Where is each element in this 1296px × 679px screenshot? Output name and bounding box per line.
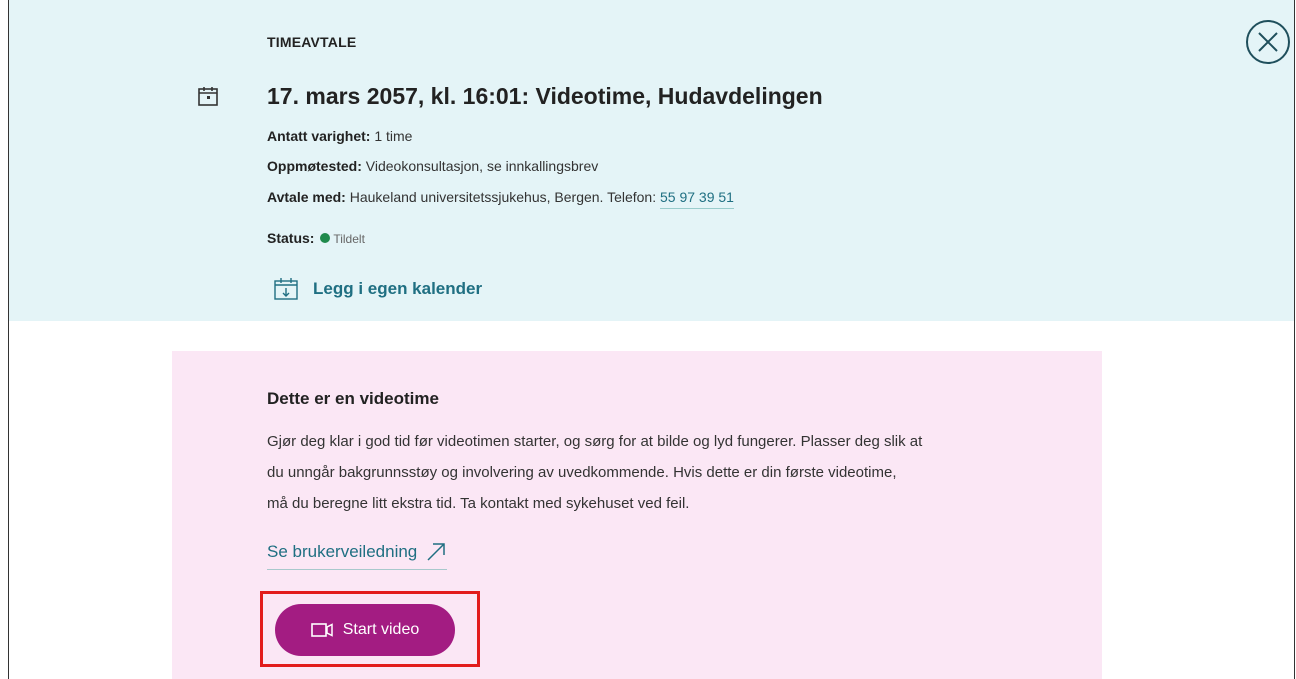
status-row: Status: Tildelt: [267, 230, 365, 246]
duration-row: Antatt varighet: 1 time: [267, 128, 412, 144]
with-label: Avtale med:: [267, 189, 346, 205]
video-info-card: Dette er en videotime Gjør deg klar i go…: [172, 351, 1102, 679]
video-card-body: Gjør deg klar i god tid før videotimen s…: [267, 426, 1047, 519]
section-eyebrow: TIMEAVTALE: [267, 34, 357, 50]
duration-value: 1 time: [374, 128, 413, 144]
user-guide-link[interactable]: Se brukerveiledning: [267, 541, 448, 570]
page-frame: TIMEAVTALE 17. mars 2057, kl. 16:01: Vid…: [8, 0, 1295, 679]
appointment-title: 17. mars 2057, kl. 16:01: Videotime, Hud…: [267, 83, 823, 109]
add-to-calendar-label: Legg i egen kalender: [313, 279, 483, 298]
video-card-body-line3: må du beregne litt ekstra tid. Ta kontak…: [267, 495, 690, 512]
location-value: Videokonsultasjon, se innkallingsbrev: [365, 158, 599, 174]
video-camera-icon: [310, 623, 333, 637]
calendar-download-icon: [274, 278, 298, 300]
close-icon[interactable]: [1244, 18, 1292, 66]
status-dot-icon: [320, 233, 331, 243]
status-label: Status:: [267, 230, 315, 246]
appointment-with-row: Avtale med: Haukeland universitetssjukeh…: [267, 189, 734, 209]
external-link-arrow-icon: [427, 543, 446, 561]
video-card-body-line1: Gjør deg klar i god tid før videotimen s…: [267, 433, 923, 450]
location-row: Oppmøtested: Videokonsultasjon, se innka…: [267, 158, 598, 174]
user-guide-label: Se brukerveiledning: [267, 542, 418, 561]
with-value: Haukeland universitetssjukehus, Bergen. …: [349, 189, 657, 205]
start-video-label: Start video: [342, 621, 420, 638]
duration-label: Antatt varighet:: [267, 128, 371, 144]
start-video-button[interactable]: Start video: [275, 604, 455, 656]
add-to-calendar-link[interactable]: Legg i egen kalender: [273, 276, 482, 302]
appointment-header: TIMEAVTALE 17. mars 2057, kl. 16:01: Vid…: [9, 0, 1294, 321]
video-card-body-line2: du unngår bakgrunnsstøy og involvering a…: [267, 464, 897, 481]
calendar-icon: [198, 87, 218, 106]
phone-link[interactable]: 55 97 39 51: [660, 189, 734, 209]
video-card-heading: Dette er en videotime: [267, 389, 439, 408]
status-value: Tildelt: [333, 232, 365, 246]
location-label: Oppmøtested:: [267, 158, 362, 174]
